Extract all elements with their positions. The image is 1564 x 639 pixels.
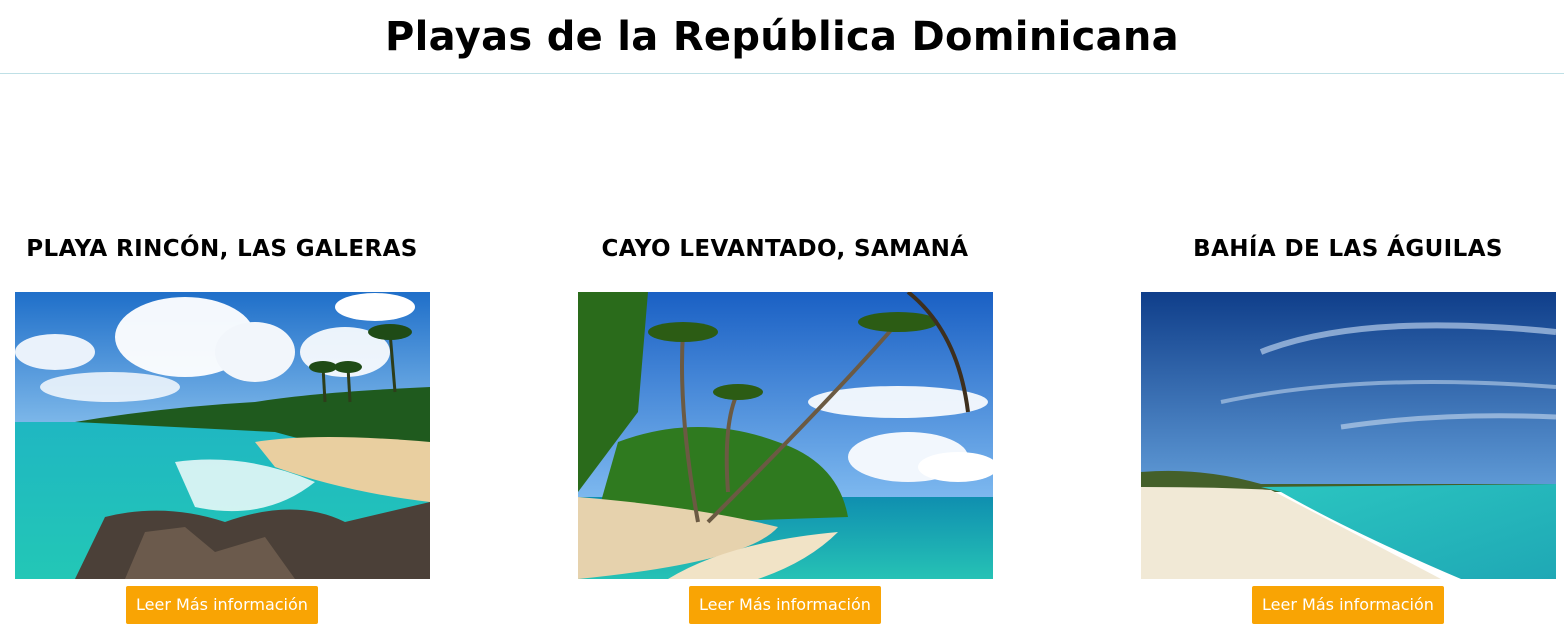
beach-card-title: PLAYA RINCÓN, LAS GALERAS [26, 236, 418, 262]
beach-card-bahia-aguilas: BAHÍA DE LAS ÁGUILAS Leer Más informació… [1128, 234, 1564, 624]
beach-card-title: CAYO LEVANTADO, SAMANÁ [601, 236, 969, 262]
beach-card-playa-rincon: PLAYA RINCÓN, LAS GALERAS Leer Más infor… [2, 234, 442, 624]
beach-photo-bahia-aguilas [1140, 292, 1556, 579]
beach-card-cayo-levantado: CAYO LEVANTADO, SAMANÁ Leer Más informac… [565, 234, 1005, 624]
read-more-button[interactable]: Leer Más información [1252, 586, 1444, 624]
beach-photo-cayo-levantado [577, 292, 993, 579]
beach-cards: PLAYA RINCÓN, LAS GALERAS Leer Más infor… [0, 74, 1564, 638]
beach-photo-playa-rincon [14, 292, 430, 579]
page-title: Playas de la República Dominicana [385, 13, 1179, 60]
read-more-button[interactable]: Leer Más información [689, 586, 881, 624]
page-header: Playas de la República Dominicana [0, 0, 1564, 74]
read-more-button[interactable]: Leer Más información [126, 586, 318, 624]
beach-card-title: BAHÍA DE LAS ÁGUILAS [1193, 236, 1503, 262]
